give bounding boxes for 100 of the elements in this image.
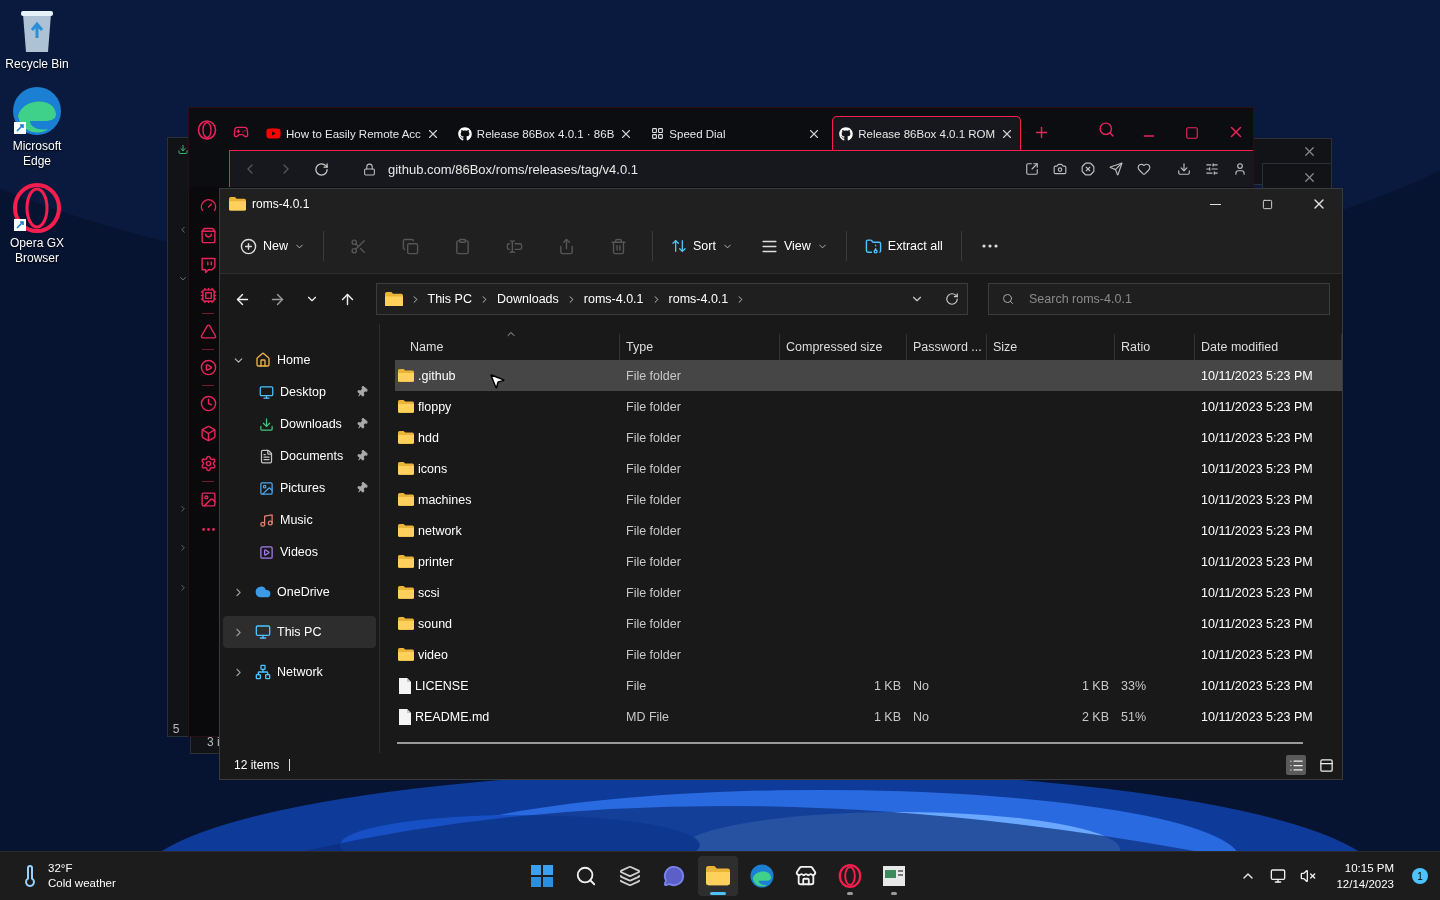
file-row[interactable]: icons File folder 10/11/2023 5:23 PM bbox=[395, 453, 1342, 484]
browser-tab[interactable]: Release 86Box 4.0.1 · 86B bbox=[450, 116, 641, 150]
monitor-icon bbox=[255, 624, 271, 640]
monitor-icon bbox=[259, 384, 274, 400]
browser-tab[interactable]: How to Easily Remote Acc bbox=[259, 116, 447, 150]
file-row[interactable]: sound File folder 10/11/2023 5:23 PM bbox=[395, 608, 1342, 639]
view-button[interactable]: View bbox=[752, 229, 836, 263]
close-icon[interactable] bbox=[1302, 144, 1317, 159]
file-row[interactable]: printer File folder 10/11/2023 5:23 PM bbox=[395, 546, 1342, 577]
breadcrumb-item[interactable]: This PC bbox=[427, 292, 472, 306]
cube-icon[interactable] bbox=[199, 425, 217, 442]
table-cell-text: 1 KB bbox=[872, 709, 902, 724]
search-field[interactable]: Search roms-4.0.1 bbox=[988, 283, 1330, 315]
settings-icon[interactable] bbox=[199, 455, 217, 472]
block-icon[interactable] bbox=[1081, 162, 1095, 176]
ring-logo-icon bbox=[838, 864, 862, 888]
download-icon[interactable] bbox=[175, 144, 191, 155]
download-icon bbox=[259, 416, 274, 432]
share-icon[interactable] bbox=[1025, 162, 1039, 176]
close-icon[interactable] bbox=[1302, 170, 1317, 185]
ring-logo-icon[interactable] bbox=[12, 183, 62, 233]
extract-all-button[interactable]: Extract all bbox=[856, 229, 951, 263]
file-row[interactable]: machines File folder 10/11/2023 5:23 PM bbox=[395, 484, 1342, 515]
file-row[interactable]: hdd File folder 10/11/2023 5:23 PM bbox=[395, 422, 1342, 453]
clock-icon[interactable] bbox=[199, 395, 217, 412]
file-name: scsi bbox=[418, 585, 440, 600]
browser-tab[interactable]: Speed Dial bbox=[644, 116, 829, 150]
search-icon[interactable] bbox=[1098, 121, 1116, 138]
gamepad-icon[interactable] bbox=[233, 124, 249, 140]
sidebar-item[interactable]: Documents bbox=[223, 440, 376, 472]
table-cell-text: No bbox=[912, 678, 930, 693]
file-icon bbox=[398, 677, 411, 694]
play-icon[interactable] bbox=[199, 359, 217, 376]
desktop-icon-label[interactable]: Opera GX Browser bbox=[1, 236, 73, 266]
weather-text: Cold weather bbox=[48, 876, 116, 891]
file-row[interactable]: LICENSE File 1 KB No 1 KB 33% 10/11/2023 5:23 PM bbox=[395, 670, 1342, 701]
chat-logo-icon[interactable] bbox=[199, 257, 217, 274]
notification-badge[interactable]: 1 bbox=[1412, 868, 1428, 884]
sidebar-item[interactable]: This PC bbox=[223, 616, 376, 648]
browser-tab[interactable]: Release 86Box 4.0.1 ROM bbox=[832, 116, 1022, 150]
refresh-icon[interactable] bbox=[945, 292, 959, 306]
file-row[interactable]: README.md MD File 1 KB No 2 KB 51% 10/11/2023 5:23 PM bbox=[395, 701, 1342, 732]
browser-swirl-icon[interactable] bbox=[12, 86, 62, 136]
file-row[interactable]: .github File folder 10/11/2023 5:23 PM bbox=[395, 360, 1342, 391]
cut-icon bbox=[349, 237, 367, 255]
more-icon bbox=[981, 244, 998, 248]
breadcrumb-item[interactable]: roms-4.0.1 bbox=[583, 292, 644, 306]
folder-icon bbox=[384, 291, 403, 307]
address-bar[interactable]: This PC Downloads roms-4.0.1 roms-4.0.1 bbox=[375, 283, 968, 315]
file-row[interactable]: floppy File folder 10/11/2023 5:23 PM bbox=[395, 391, 1342, 422]
video-icon bbox=[259, 544, 274, 560]
file-name: README.md bbox=[415, 709, 490, 724]
bag-icon[interactable] bbox=[199, 227, 217, 244]
sidebar-item[interactable]: Desktop bbox=[223, 376, 376, 408]
file-row[interactable]: scsi File folder 10/11/2023 5:23 PM bbox=[395, 577, 1342, 608]
volume-muted-icon[interactable] bbox=[1300, 868, 1317, 884]
desktop-icon-label[interactable]: Recycle Bin bbox=[1, 57, 73, 72]
camera-icon[interactable] bbox=[1053, 162, 1067, 176]
tab-title: Release 86Box 4.0.1 ROM bbox=[858, 127, 996, 140]
temperature-text: 32°F bbox=[48, 861, 74, 876]
sidebar-item[interactable]: Music bbox=[223, 504, 376, 536]
download-icon[interactable] bbox=[1177, 162, 1191, 176]
item-count: 12 items bbox=[234, 758, 280, 772]
folder-icon bbox=[398, 524, 414, 537]
new-button[interactable]: New bbox=[232, 229, 313, 263]
table-cell-text: File folder bbox=[625, 647, 682, 662]
user-icon[interactable] bbox=[1233, 162, 1247, 176]
sliders-icon[interactable] bbox=[1205, 162, 1219, 176]
image-icon[interactable] bbox=[199, 491, 217, 508]
speedometer-icon[interactable] bbox=[199, 197, 217, 214]
breadcrumb-item[interactable]: Downloads bbox=[496, 292, 559, 306]
details-view-button[interactable] bbox=[1286, 755, 1306, 775]
file-name: LICENSE bbox=[415, 678, 469, 693]
chip-icon[interactable] bbox=[199, 287, 217, 304]
send-icon[interactable] bbox=[1109, 162, 1123, 176]
sidebar-item[interactable]: Home bbox=[223, 344, 376, 376]
sort-button[interactable]: Sort bbox=[663, 229, 741, 263]
sidebar-item[interactable]: Downloads bbox=[223, 408, 376, 440]
network-icon[interactable] bbox=[1270, 868, 1287, 884]
breadcrumb-item[interactable]: roms-4.0.1 bbox=[668, 292, 729, 306]
file-row[interactable]: network File folder 10/11/2023 5:23 PM bbox=[395, 515, 1342, 546]
reload-icon[interactable] bbox=[314, 161, 329, 177]
table-cell-text: 10/11/2023 5:23 PM bbox=[1200, 585, 1314, 600]
document-icon bbox=[259, 448, 274, 464]
sidebar-item[interactable]: OneDrive bbox=[223, 576, 376, 608]
clock[interactable]: 10:15 PM 12/14/2023 bbox=[1336, 860, 1394, 892]
desktop-icon-label[interactable]: Microsoft Edge bbox=[1, 139, 73, 169]
triangle-icon[interactable] bbox=[199, 323, 217, 340]
paste-icon bbox=[453, 237, 471, 255]
table-cell-text: File folder bbox=[625, 585, 682, 600]
folder-icon bbox=[398, 555, 414, 568]
sidebar-item[interactable]: Videos bbox=[223, 536, 376, 568]
start-icon bbox=[531, 865, 553, 887]
maximize-icon[interactable] bbox=[1185, 126, 1200, 140]
file-row[interactable]: video File folder 10/11/2023 5:23 PM bbox=[395, 639, 1342, 670]
folder-icon bbox=[398, 617, 414, 630]
taskbar-app-button[interactable] bbox=[698, 856, 738, 896]
heart-icon[interactable] bbox=[1137, 162, 1151, 176]
sidebar-item[interactable]: Pictures bbox=[223, 472, 376, 504]
sidebar-item[interactable]: Network bbox=[223, 656, 376, 688]
